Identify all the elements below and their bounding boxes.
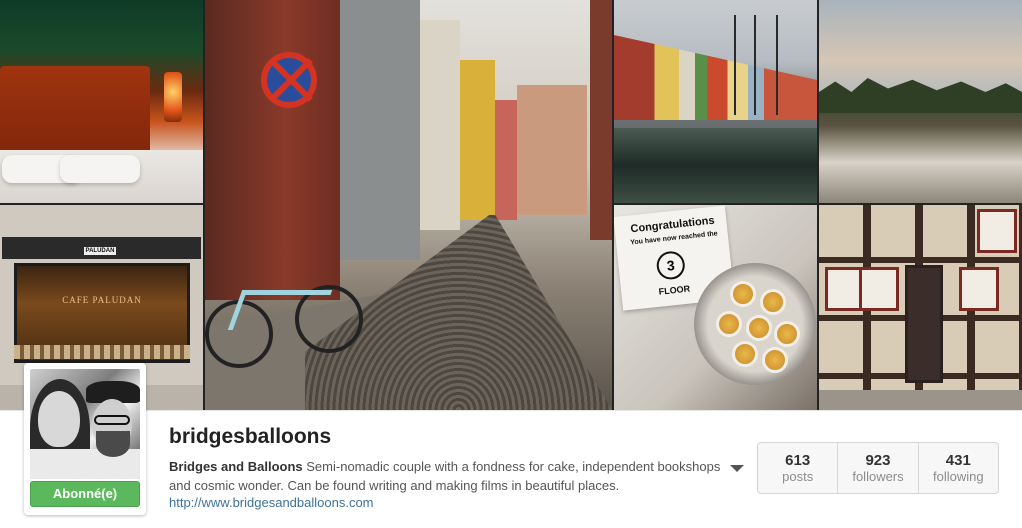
profile-bio: Bridges and Balloons Semi-nomadic couple… (169, 457, 729, 495)
photo-cobblestone-street[interactable] (205, 0, 612, 410)
white-building (420, 20, 460, 230)
house-door (905, 265, 943, 383)
ship-mast (776, 15, 778, 115)
book-display (14, 345, 190, 359)
house-window (977, 209, 1017, 253)
butter-cookie (774, 321, 800, 347)
avatar-glasses (94, 415, 130, 425)
brick-building (205, 0, 340, 300)
stat-following[interactable]: 431 following (917, 443, 998, 493)
profile-website-link[interactable]: http://www.bridgesandballoons.com (169, 495, 374, 510)
wall-lamp (164, 72, 182, 122)
stat-followers[interactable]: 923 followers (837, 443, 917, 493)
house-street (819, 390, 1022, 410)
avatar-person-face (38, 391, 80, 447)
stat-followers-label: followers (852, 469, 904, 484)
grey-building (340, 0, 420, 260)
far-building (517, 85, 587, 215)
card-title: Congratulations You have now reached the (622, 214, 724, 250)
butter-cookie (746, 315, 772, 341)
profile-username: bridgesballoons (169, 425, 332, 448)
no-parking-sign-icon (261, 52, 317, 108)
stat-posts-value: 613 (785, 452, 811, 469)
bio-full-name: Bridges and Balloons (169, 459, 303, 474)
butter-cookie (716, 311, 742, 337)
stat-following-label: following (933, 469, 984, 484)
photo-hotel-room[interactable] (0, 0, 203, 203)
photo-timber-house[interactable] (819, 205, 1022, 410)
avatar[interactable] (30, 369, 140, 479)
bicycle-frame (227, 290, 333, 330)
ship-mast (754, 15, 756, 115)
tree-line (819, 78, 1022, 113)
stat-following-value: 431 (945, 452, 971, 469)
yellow-building (460, 60, 495, 220)
butter-cookie (762, 347, 788, 373)
canal-water (614, 128, 817, 203)
pink-building (495, 100, 517, 220)
house-window (859, 267, 899, 311)
photo-congratulations-cookies[interactable]: Congratulations You have now reached the… (614, 205, 817, 410)
floor-number: 3 (655, 249, 687, 281)
instagram-profile-page: PALUDAN CAFE PALUDAN Congratulations You… (0, 0, 1022, 528)
stat-posts-label: posts (782, 469, 814, 484)
colorful-houses (614, 35, 817, 120)
photo-nyhavn-harbour[interactable] (614, 0, 817, 203)
butter-cookie (732, 341, 758, 367)
ship-mast (734, 15, 736, 115)
house-window (959, 267, 999, 311)
options-dropdown-icon[interactable] (730, 465, 744, 472)
right-building (590, 0, 612, 240)
stat-posts[interactable]: 613 posts (758, 443, 837, 493)
photo-collage: PALUDAN CAFE PALUDAN Congratulations You… (0, 0, 1022, 410)
stat-followers-value: 923 (865, 452, 891, 469)
avatar-beard (96, 431, 130, 457)
profile-stats: 613 posts 923 followers 431 following (757, 442, 999, 494)
cookie-tin (694, 263, 816, 385)
profile-header: Abonné(e) bridgesballoons Bridges and Ba… (0, 363, 1022, 528)
avatar-card: Abonné(e) (24, 363, 146, 515)
butter-cookie (760, 289, 786, 315)
butter-cookie (730, 281, 756, 307)
cafe-name-text: CAFE PALUDAN (62, 295, 142, 305)
cafe-sign: PALUDAN (84, 247, 116, 255)
pillow (60, 155, 140, 183)
photo-rocky-coast[interactable] (819, 0, 1022, 203)
follow-button[interactable]: Abonné(e) (30, 481, 140, 507)
floor-word: FLOOR (658, 283, 691, 297)
